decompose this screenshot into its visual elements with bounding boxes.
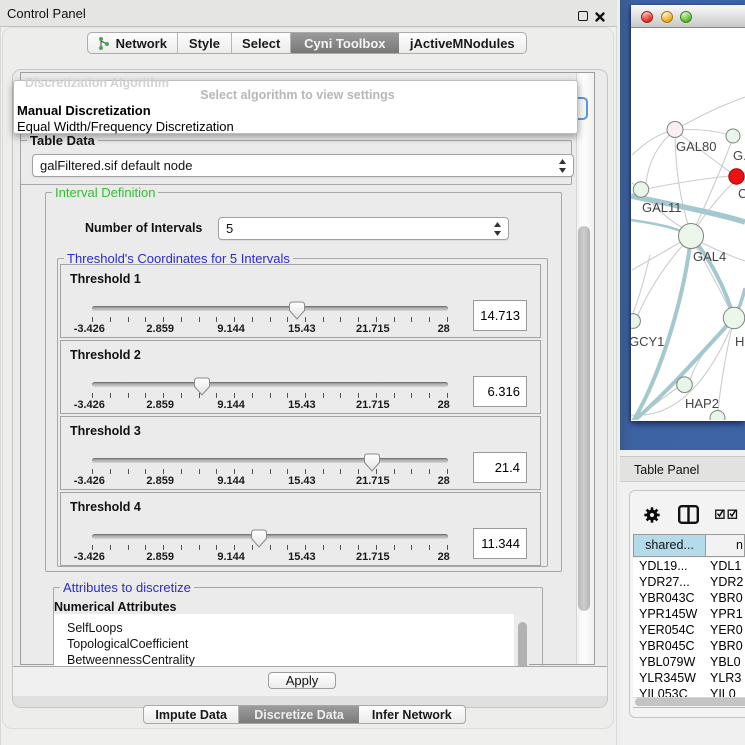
- svg-text:C: C: [738, 186, 745, 201]
- svg-text:GAL4: GAL4: [693, 249, 726, 264]
- svg-text:H: H: [735, 334, 744, 349]
- svg-text:GAL80: GAL80: [676, 139, 716, 154]
- svg-text:GCY1: GCY1: [631, 334, 664, 349]
- svg-text:G.: G.: [733, 148, 745, 163]
- svg-text:GAL11: GAL11: [642, 200, 682, 215]
- svg-text:HAP2: HAP2: [685, 396, 719, 411]
